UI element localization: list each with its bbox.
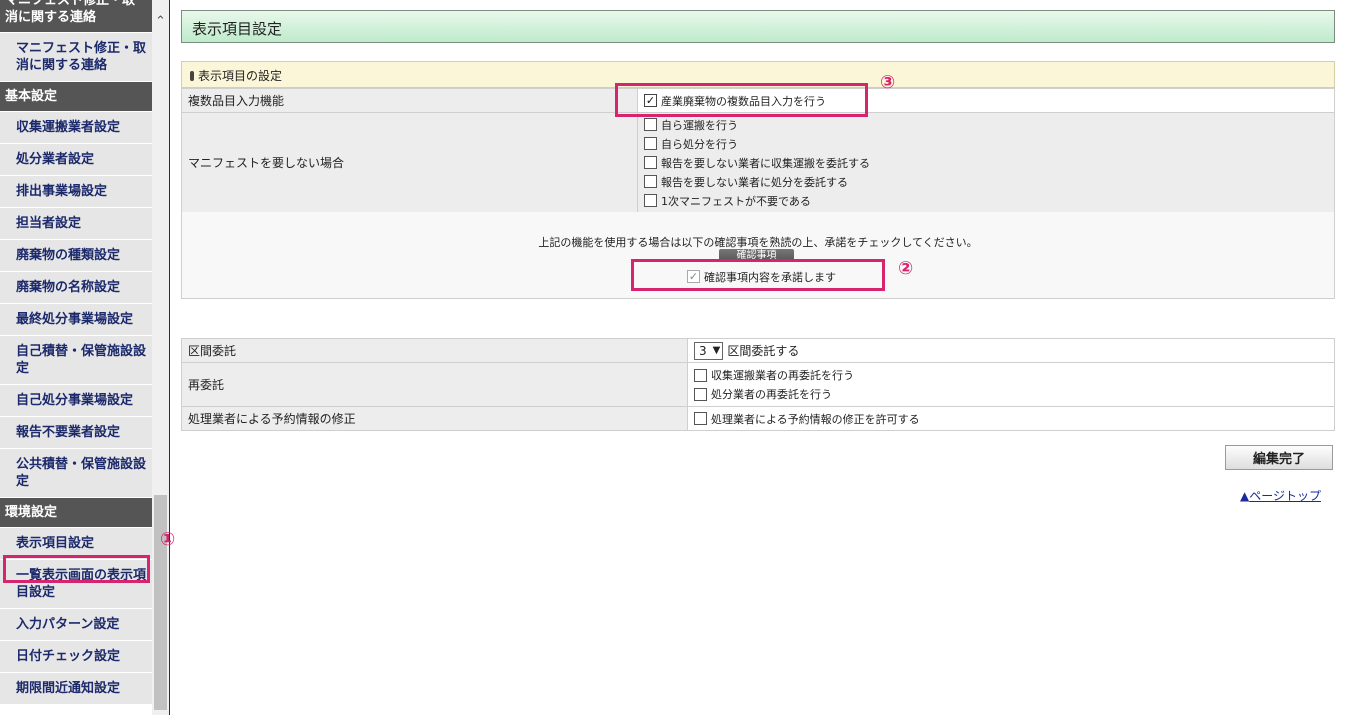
multi-item-option-label: 産業廃棄物の複数品目入力を行う <box>661 94 826 108</box>
sidebar-item-waste-name[interactable]: 廃棄物の名称設定 <box>0 272 152 304</box>
option-label: 自ら処分を行う <box>661 137 738 151</box>
option-label: 報告を要しない業者に収集運搬を委託する <box>661 156 870 170</box>
kukan-label: 区間委託 <box>181 338 688 363</box>
sidebar-item-disposer[interactable]: 処分業者設定 <box>0 144 152 176</box>
checkbox[interactable] <box>644 156 657 169</box>
sidebar-item-date-check[interactable]: 日付チェック設定 <box>0 641 152 673</box>
reitaku-option-2[interactable]: 処分業者の再委託を行う <box>694 385 1328 404</box>
shusei-option[interactable]: 処理業者による予約情報の修正を許可する <box>694 409 1328 428</box>
sidebar-header-env: 環境設定 <box>0 498 152 528</box>
option-label: 1次マニフェストが不要である <box>661 194 811 208</box>
sidebar-item-collector[interactable]: 収集運搬業者設定 <box>0 112 152 144</box>
confirm-box: 上記の機能を使用する場合は以下の確認事項を熟読の上、承諾をチェックしてください。… <box>181 212 1335 299</box>
reitaku-label: 再委託 <box>181 362 688 407</box>
annotation-number-2: ② <box>898 258 914 279</box>
sidebar-item-self-disposal[interactable]: 自己処分事業場設定 <box>0 385 152 417</box>
pin-icon <box>190 71 194 81</box>
settings-table-2: 区間委託 3 ▼ 区間委託する 再委託 収集運搬業者の再委託を行う 処分業者の再委… <box>181 338 1335 431</box>
section-title: 表示項目の設定 <box>181 61 1335 88</box>
no-manifest-cell: 自ら運搬を行う 自ら処分を行う 報告を要しない業者に収集運搬を委託する 報告を要… <box>637 112 1335 213</box>
multi-item-label: 複数品目入力機能 <box>181 88 638 113</box>
kukan-select[interactable]: 3 ▼ <box>694 341 724 360</box>
shusei-label: 処理業者による予約情報の修正 <box>181 406 688 431</box>
chevron-down-icon: ▼ <box>712 345 721 356</box>
page-top-label: ページトップ <box>1249 489 1321 503</box>
sidebar-list: マニフェスト修正・取消に関する連絡 マニフェスト修正・取消に関する連絡 基本設定… <box>0 0 152 705</box>
no-manifest-option-1[interactable]: 自ら運搬を行う <box>644 115 1328 134</box>
sidebar: マニフェスト修正・取消に関する連絡 マニフェスト修正・取消に関する連絡 基本設定… <box>0 0 170 715</box>
sidebar-item-public-storage[interactable]: 公共積替・保管施設設定 <box>0 449 152 498</box>
no-manifest-option-2[interactable]: 自ら処分を行う <box>644 134 1328 153</box>
sidebar-header-basic: 基本設定 <box>0 82 152 112</box>
table-row: 複数品目入力機能 ✓ 産業廃棄物の複数品目入力を行う <box>181 88 1335 113</box>
multi-item-option[interactable]: ✓ 産業廃棄物の複数品目入力を行う <box>644 91 1328 110</box>
checkbox[interactable] <box>644 194 657 207</box>
no-manifest-option-4[interactable]: 報告を要しない業者に処分を委託する <box>644 172 1328 191</box>
table-row: 再委託 収集運搬業者の再委託を行う 処分業者の再委託を行う <box>181 362 1335 407</box>
multi-item-checkbox[interactable]: ✓ <box>644 94 657 107</box>
checkbox[interactable] <box>694 412 707 425</box>
approve-label: 確認事項内容を承諾します <box>704 270 836 284</box>
kukan-control: 3 ▼ 区間委託する <box>694 341 1328 360</box>
sidebar-scrollbar[interactable]: ⌃ <box>152 0 169 715</box>
checkbox[interactable] <box>694 387 707 401</box>
triangle-up-icon: ▲ <box>1240 489 1250 503</box>
option-label: 処理業者による予約情報の修正を許可する <box>711 412 920 426</box>
page-top-link[interactable]: ▲ページトップ <box>1240 487 1321 504</box>
sidebar-item-waste-type[interactable]: 廃棄物の種類設定 <box>0 240 152 272</box>
sidebar-item-person[interactable]: 担当者設定 <box>0 208 152 240</box>
option-label: 収集運搬業者の再委託を行う <box>711 369 854 382</box>
no-manifest-option-5[interactable]: 1次マニフェストが不要である <box>644 191 1328 210</box>
sidebar-item-deadline-notice[interactable]: 期限間近通知設定 <box>0 673 152 705</box>
option-label: 自ら運搬を行う <box>661 118 738 132</box>
section-title-text: 表示項目の設定 <box>198 69 283 83</box>
sidebar-item-no-report[interactable]: 報告不要業者設定 <box>0 417 152 449</box>
sidebar-header-manifest: マニフェスト修正・取消に関する連絡 <box>0 0 152 33</box>
sidebar-item-input-pattern[interactable]: 入力パターン設定 <box>0 609 152 641</box>
multi-item-cell: ✓ 産業廃棄物の複数品目入力を行う <box>637 88 1335 113</box>
no-manifest-label: マニフェストを要しない場合 <box>181 112 638 213</box>
approve-checkbox[interactable]: ✓ <box>687 270 700 283</box>
approve-option[interactable]: ✓ 確認事項内容を承諾します <box>687 267 836 286</box>
reitaku-cell: 収集運搬業者の再委託を行う 処分業者の再委託を行う <box>687 362 1335 407</box>
table-row: マニフェストを要しない場合 自ら運搬を行う 自ら処分を行う 報告を要しない業者に… <box>181 112 1335 213</box>
option-label: 報告を要しない業者に処分を委託する <box>661 175 848 189</box>
confirm-message: 上記の機能を使用する場合は以下の確認事項を熟読の上、承諾をチェックしてください。 <box>538 236 978 249</box>
sidebar-item-self-storage[interactable]: 自己積替・保管施設設定 <box>0 336 152 385</box>
page-title: 表示項目設定 <box>181 10 1335 43</box>
sidebar-item-display-settings[interactable]: 表示項目設定 <box>0 528 152 560</box>
scroll-up-icon[interactable]: ⌃ <box>152 0 169 40</box>
sidebar-item-final-site[interactable]: 最終処分事業場設定 <box>0 304 152 336</box>
annotation-number-1: ① <box>160 529 176 550</box>
shusei-cell: 処理業者による予約情報の修正を許可する <box>687 406 1335 431</box>
table-row: 区間委託 3 ▼ 区間委託する <box>181 338 1335 363</box>
checkbox[interactable] <box>644 118 657 131</box>
table-row: 処理業者による予約情報の修正 処理業者による予約情報の修正を許可する <box>181 406 1335 431</box>
checkbox[interactable] <box>694 368 707 382</box>
sidebar-item-list-display[interactable]: 一覧表示画面の表示項目設定 <box>0 560 152 609</box>
scrollbar-thumb[interactable] <box>154 495 167 710</box>
sidebar-item-manifest-contact[interactable]: マニフェスト修正・取消に関する連絡 <box>0 33 152 82</box>
checkbox[interactable] <box>644 175 657 188</box>
sidebar-item-emission-site[interactable]: 排出事業場設定 <box>0 176 152 208</box>
checkbox[interactable] <box>644 137 657 150</box>
edit-done-button[interactable]: 編集完了 <box>1225 445 1333 470</box>
option-label: 処分業者の再委託を行う <box>711 388 832 401</box>
kukan-suffix: 区間委託する <box>727 344 800 358</box>
no-manifest-option-3[interactable]: 報告を要しない業者に収集運搬を委託する <box>644 153 1328 172</box>
kukan-cell: 3 ▼ 区間委託する <box>687 338 1335 363</box>
annotation-number-3: ③ <box>880 72 896 93</box>
settings-table-1: 複数品目入力機能 ✓ 産業廃棄物の複数品目入力を行う マニフェストを要しない場合… <box>181 88 1335 213</box>
kukan-select-value: 3 <box>699 343 707 358</box>
confirm-items-button[interactable]: 確認事項 <box>719 249 794 262</box>
reitaku-option-1[interactable]: 収集運搬業者の再委託を行う <box>694 366 1328 385</box>
